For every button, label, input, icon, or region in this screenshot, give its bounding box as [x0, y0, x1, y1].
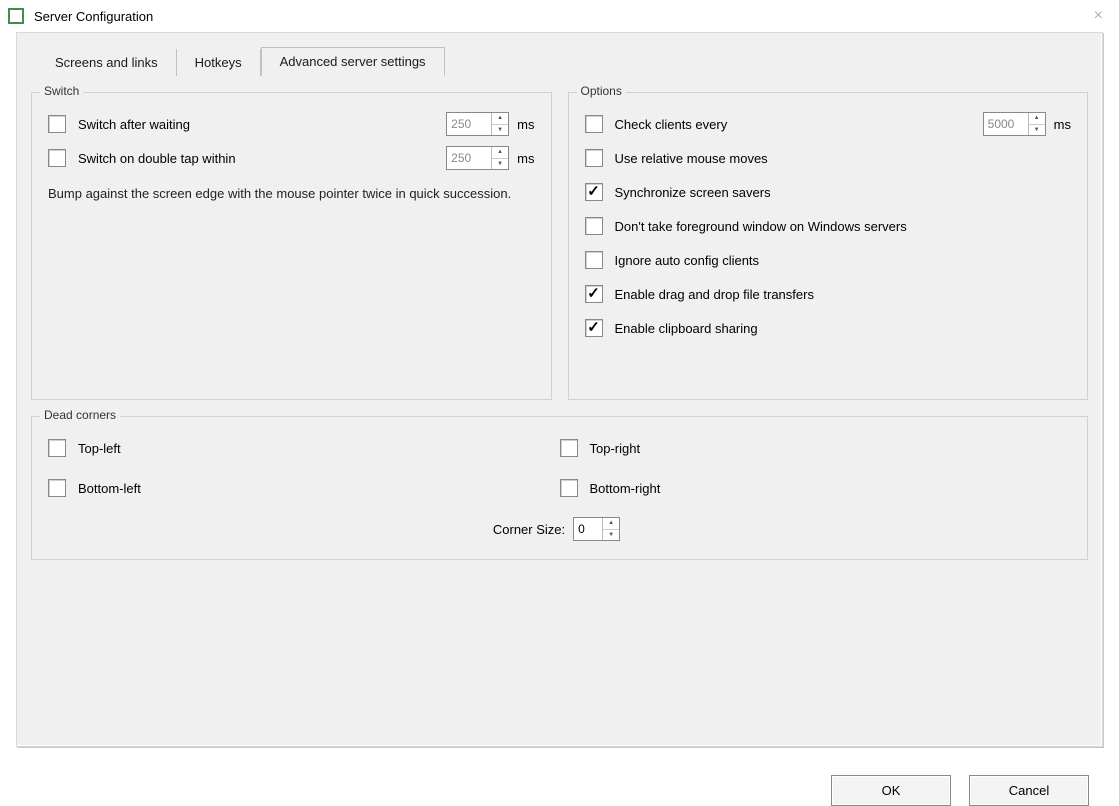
- ok-button-label: OK: [882, 783, 901, 798]
- titlebar: Server Configuration ×: [0, 0, 1119, 32]
- label-sync-screen-savers: Synchronize screen savers: [615, 185, 1072, 200]
- checkbox-top-right[interactable]: [560, 439, 578, 457]
- tabs: Screens and links Hotkeys Advanced serve…: [31, 47, 1088, 76]
- label-no-foreground: Don't take foreground window on Windows …: [615, 219, 1072, 234]
- row-ignore-autoconf: Ignore auto config clients: [585, 243, 1072, 277]
- label-check-clients: Check clients every: [615, 117, 983, 132]
- group-title-switch: Switch: [40, 84, 83, 98]
- checkbox-top-left[interactable]: [48, 439, 66, 457]
- spin-check-clients[interactable]: ▲ ▼: [983, 112, 1046, 136]
- label-ignore-autoconf: Ignore auto config clients: [615, 253, 1072, 268]
- label-top-right: Top-right: [590, 441, 1072, 456]
- checkbox-no-foreground[interactable]: [585, 217, 603, 235]
- spin-switch-after-waiting[interactable]: ▲ ▼: [446, 112, 509, 136]
- spin-corner-size[interactable]: ▲ ▼: [573, 517, 620, 541]
- tab-screens-and-links[interactable]: Screens and links: [37, 49, 177, 76]
- row-top-right: Top-right: [560, 431, 1072, 465]
- group-options: Options Check clients every ▲ ▼ ms Use r…: [568, 92, 1089, 400]
- spin-down-icon[interactable]: ▼: [492, 125, 508, 136]
- checkbox-bottom-right[interactable]: [560, 479, 578, 497]
- row-sync-screen-savers: Synchronize screen savers: [585, 175, 1072, 209]
- input-switch-after-waiting[interactable]: [447, 113, 491, 135]
- unit-ms: ms: [1054, 117, 1071, 132]
- unit-ms: ms: [517, 151, 534, 166]
- row-drag-drop: Enable drag and drop file transfers: [585, 277, 1072, 311]
- label-relative-mouse: Use relative mouse moves: [615, 151, 1072, 166]
- spin-up-icon[interactable]: ▲: [1029, 113, 1045, 125]
- spin-up-icon[interactable]: ▲: [492, 147, 508, 159]
- row-switch-after-waiting: Switch after waiting ▲ ▼ ms: [48, 107, 535, 141]
- row-corner-size: Corner Size: ▲ ▼: [48, 517, 1071, 541]
- checkbox-bottom-left[interactable]: [48, 479, 66, 497]
- tab-hotkeys[interactable]: Hotkeys: [177, 49, 261, 76]
- tab-label: Screens and links: [55, 55, 158, 70]
- label-corner-size: Corner Size:: [493, 522, 565, 537]
- input-switch-double-tap[interactable]: [447, 147, 491, 169]
- row-relative-mouse: Use relative mouse moves: [585, 141, 1072, 175]
- row-check-clients: Check clients every ▲ ▼ ms: [585, 107, 1072, 141]
- label-drag-drop: Enable drag and drop file transfers: [615, 287, 1072, 302]
- checkbox-relative-mouse[interactable]: [585, 149, 603, 167]
- checkbox-switch-double-tap[interactable]: [48, 149, 66, 167]
- label-bottom-right: Bottom-right: [590, 481, 1072, 496]
- tab-advanced-server-settings[interactable]: Advanced server settings: [261, 47, 445, 76]
- group-dead-corners: Dead corners Top-left Top-right Bottom-l…: [31, 416, 1088, 560]
- main-panel: Screens and links Hotkeys Advanced serve…: [16, 32, 1103, 747]
- row-bottom-left: Bottom-left: [48, 471, 560, 505]
- label-bottom-left: Bottom-left: [78, 481, 560, 496]
- spin-switch-double-tap[interactable]: ▲ ▼: [446, 146, 509, 170]
- row-no-foreground: Don't take foreground window on Windows …: [585, 209, 1072, 243]
- group-switch: Switch Switch after waiting ▲ ▼ ms Switc…: [31, 92, 552, 400]
- input-check-clients[interactable]: [984, 113, 1028, 135]
- cancel-button[interactable]: Cancel: [969, 775, 1089, 806]
- checkbox-sync-screen-savers[interactable]: [585, 183, 603, 201]
- row-top-left: Top-left: [48, 431, 560, 465]
- checkbox-switch-after-waiting[interactable]: [48, 115, 66, 133]
- spin-down-icon[interactable]: ▼: [492, 159, 508, 170]
- label-clipboard: Enable clipboard sharing: [615, 321, 1072, 336]
- row-clipboard: Enable clipboard sharing: [585, 311, 1072, 345]
- spin-up-icon[interactable]: ▲: [492, 113, 508, 125]
- spin-down-icon[interactable]: ▼: [1029, 125, 1045, 136]
- checkbox-drag-drop[interactable]: [585, 285, 603, 303]
- app-icon: [8, 8, 24, 24]
- group-title-options: Options: [577, 84, 626, 98]
- switch-hint: Bump against the screen edge with the mo…: [48, 185, 535, 203]
- ok-button[interactable]: OK: [831, 775, 951, 806]
- checkbox-ignore-autoconf[interactable]: [585, 251, 603, 269]
- checkbox-check-clients[interactable]: [585, 115, 603, 133]
- row-switch-double-tap: Switch on double tap within ▲ ▼ ms: [48, 141, 535, 175]
- tab-label: Advanced server settings: [280, 54, 426, 69]
- label-switch-double-tap: Switch on double tap within: [78, 151, 446, 166]
- close-icon[interactable]: ×: [1086, 7, 1111, 25]
- label-top-left: Top-left: [78, 441, 560, 456]
- tab-label: Hotkeys: [195, 55, 242, 70]
- spin-down-icon[interactable]: ▼: [603, 530, 619, 541]
- unit-ms: ms: [517, 117, 534, 132]
- row-bottom-right: Bottom-right: [560, 471, 1072, 505]
- spin-up-icon[interactable]: ▲: [603, 518, 619, 530]
- input-corner-size[interactable]: [574, 518, 602, 540]
- label-switch-after-waiting: Switch after waiting: [78, 117, 446, 132]
- checkbox-clipboard[interactable]: [585, 319, 603, 337]
- cancel-button-label: Cancel: [1009, 783, 1049, 798]
- group-title-dead-corners: Dead corners: [40, 408, 120, 422]
- window-title: Server Configuration: [34, 9, 153, 24]
